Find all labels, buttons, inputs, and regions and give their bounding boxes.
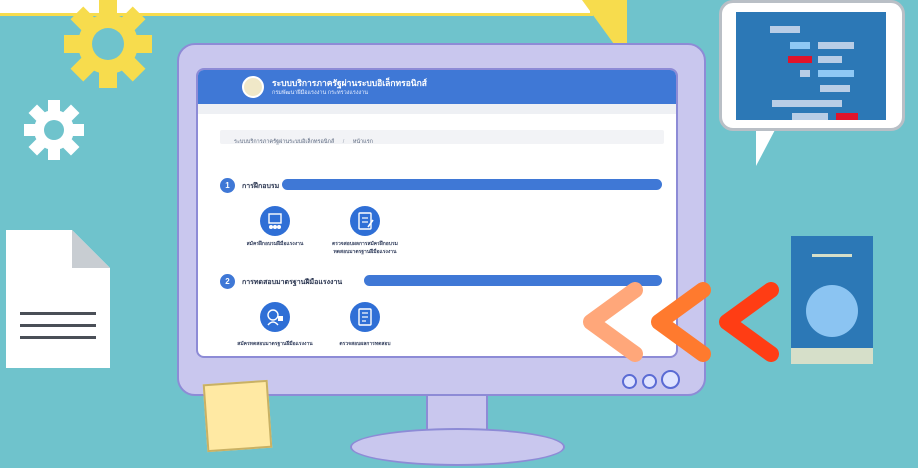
document-line bbox=[20, 324, 96, 327]
document-fold bbox=[72, 230, 110, 268]
card-label[interactable]: ตรวจสอบผลการสมัครฝึกอบรม ทดสอบมาตรฐานฝีม… bbox=[320, 240, 410, 256]
breadcrumb-separator: / bbox=[342, 139, 345, 145]
section-number: 1 bbox=[220, 178, 235, 193]
code-panel bbox=[736, 12, 886, 120]
breadcrumb-current: หน้าแรก bbox=[352, 139, 374, 145]
monitor-button bbox=[642, 374, 657, 389]
breadcrumb-home-link[interactable]: ระบบบริการภาครัฐผ่านระบบอิเล็กทรอนิกส์ bbox=[234, 139, 334, 145]
document-line bbox=[20, 336, 96, 339]
document-line bbox=[20, 312, 96, 315]
breadcrumb: ระบบบริการภาครัฐผ่านระบบอิเล็กทรอนิกส์ /… bbox=[220, 130, 664, 145]
section-title: การทดสอบมาตรฐานฝีมือแรงงาน bbox=[242, 279, 343, 286]
section-divider-bar bbox=[282, 179, 662, 190]
card-label[interactable]: สมัครทดสอบมาตรฐานฝีมือแรงงาน bbox=[230, 340, 320, 348]
monitor-base bbox=[350, 428, 565, 466]
small-gear-icon bbox=[24, 100, 84, 160]
test-apply-icon[interactable] bbox=[260, 302, 290, 332]
site-header bbox=[198, 70, 676, 104]
book-emblem bbox=[806, 285, 858, 337]
card-label[interactable]: ตรวจสอบผลการทดสอบ bbox=[324, 340, 406, 348]
sticky-note bbox=[202, 379, 273, 453]
section-title: การฝึกอบรม bbox=[242, 183, 280, 190]
site-title: ระบบบริการภาครัฐผ่านระบบอิเล็กทรอนิกส์ bbox=[272, 78, 427, 88]
section-number: 2 bbox=[220, 274, 235, 289]
checklist-icon[interactable] bbox=[350, 206, 380, 236]
book-band bbox=[791, 348, 873, 364]
nav-bar bbox=[198, 104, 676, 114]
bubble-tail bbox=[756, 128, 776, 166]
site-subtitle: กรมพัฒนาฝีมือแรงงาน กระทรวงแรงงาน bbox=[272, 90, 369, 96]
chevron-left-arrows-icon bbox=[583, 282, 779, 362]
monitor-power-button bbox=[661, 370, 680, 389]
result-check-icon[interactable] bbox=[350, 302, 380, 332]
book-line bbox=[812, 254, 852, 257]
card-label[interactable]: สมัครฝึกอบรมฝีมือแรงงาน bbox=[236, 240, 314, 248]
monitor-button bbox=[622, 374, 637, 389]
training-icon[interactable] bbox=[260, 206, 290, 236]
department-logo[interactable] bbox=[242, 76, 264, 98]
